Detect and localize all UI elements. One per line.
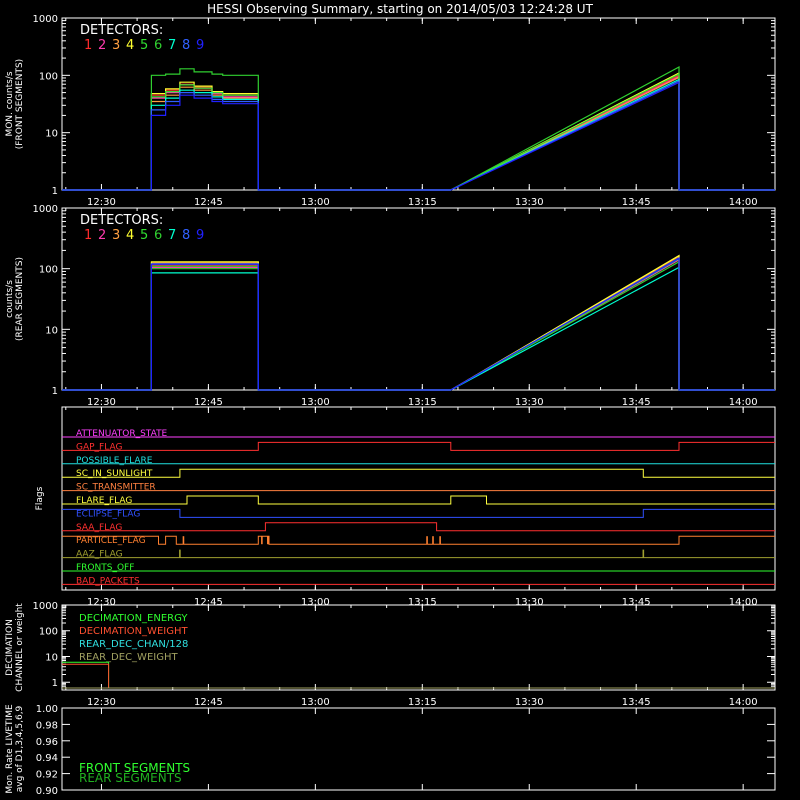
live-y-tick-label-5: 1.00 xyxy=(36,704,58,715)
live-ylabel-1: avg of D1,3,4,5,6,9 xyxy=(15,705,25,792)
rear-x-tick-label-3: 13:15 xyxy=(408,397,437,408)
dec-x-tick-label-1: 12:45 xyxy=(194,697,223,708)
front-x-tick-label-4: 13:30 xyxy=(515,197,544,208)
rear-ylabel-0: counts/s xyxy=(5,280,15,318)
observing-summary-figure: HESSI Observing Summary, starting on 201… xyxy=(0,0,800,800)
front-y-tick-label-0: 1 xyxy=(52,186,58,197)
dec-x-tick-label-3: 13:15 xyxy=(408,697,437,708)
rear-legend-entry-3: 3 xyxy=(112,228,120,243)
live-y-tick-label-2: 0.94 xyxy=(36,753,58,764)
dec-x-tick-label-2: 13:00 xyxy=(301,697,330,708)
front-legend-entry-9: 9 xyxy=(196,38,204,53)
live-ylabel-0: Mon. Rate LIVETIME xyxy=(5,704,15,794)
rear-x-tick-label-1: 12:45 xyxy=(194,397,223,408)
rear-legend-entry-4: 4 xyxy=(126,228,134,243)
rear-x-tick-label-2: 13:00 xyxy=(301,397,330,408)
front-y-tick-label-2: 100 xyxy=(39,71,58,82)
dec-ylabel-1: CHANNEL or weight xyxy=(15,603,25,692)
rear-legend-entry-8: 8 xyxy=(182,228,190,243)
front-x-tick-label-3: 13:15 xyxy=(408,197,437,208)
flag-label-particle_flag: PARTICLE_FLAG xyxy=(76,536,146,546)
dec-y-tick-label-1: 10 xyxy=(45,652,58,663)
front-legend-entry-2: 2 xyxy=(98,38,106,53)
front-x-tick-label-5: 13:45 xyxy=(622,197,651,208)
flags-ylabel: Flags xyxy=(35,486,45,510)
live-y-tick-label-1: 0.92 xyxy=(36,770,58,781)
live-legend-1: REAR SEGMENTS xyxy=(79,771,182,785)
front-ylabel-1: (FRONT SEGMENTS) xyxy=(15,59,25,149)
rear-legend-entry-6: 6 xyxy=(154,228,162,243)
dec-x-tick-label-0: 12:30 xyxy=(87,697,116,708)
live-y-tick-label-3: 0.96 xyxy=(36,737,58,748)
dec-x-tick-label-4: 13:30 xyxy=(515,697,544,708)
figure-title: HESSI Observing Summary, starting on 201… xyxy=(207,2,593,16)
rear-legend-entry-2: 2 xyxy=(98,228,106,243)
front-legend-entry-3: 3 xyxy=(112,38,120,53)
rear-y-tick-label-3: 1000 xyxy=(33,204,58,215)
front-legend-entry-5: 5 xyxy=(140,38,148,53)
live-y-tick-label-0: 0.90 xyxy=(36,786,58,797)
front-legend-title: DETECTORS: xyxy=(80,23,163,38)
dec-legend-1: DECIMATION_WEIGHT xyxy=(79,626,188,637)
rear-y-tick-label-2: 100 xyxy=(39,265,58,276)
rear-ylabel-1: (REAR SEGMENTS) xyxy=(15,257,25,341)
rear-legend-entry-7: 7 xyxy=(168,228,176,243)
rear-x-tick-label-0: 12:30 xyxy=(87,397,116,408)
dec-ylabel-0: DECIMATION xyxy=(5,619,15,676)
front-x-tick-label-2: 13:00 xyxy=(301,197,330,208)
rear-y-tick-label-0: 1 xyxy=(52,386,58,397)
dec-x-tick-label-5: 13:45 xyxy=(622,697,651,708)
front-y-tick-label-1: 10 xyxy=(45,129,58,140)
rear-x-tick-label-6: 14:00 xyxy=(729,397,758,408)
rear-legend-entry-9: 9 xyxy=(196,228,204,243)
dec-y-tick-label-2: 100 xyxy=(39,627,58,638)
front-legend-entry-1: 1 xyxy=(84,38,92,53)
dec-y-tick-label-0: 1 xyxy=(52,678,58,689)
rear-legend-entry-5: 5 xyxy=(140,228,148,243)
front-x-tick-label-6: 14:00 xyxy=(729,197,758,208)
rear-x-tick-label-4: 13:30 xyxy=(515,397,544,408)
front-legend-entry-4: 4 xyxy=(126,38,134,53)
dec-legend-3: REAR_DEC_WEIGHT xyxy=(79,652,178,663)
front-ylabel-0: MON. counts/s xyxy=(5,71,15,136)
front-y-tick-label-3: 1000 xyxy=(33,14,58,25)
rear-legend-entry-1: 1 xyxy=(84,228,92,243)
dec-legend-2: REAR_DEC_CHAN/128 xyxy=(79,639,188,650)
front-legend-entry-8: 8 xyxy=(182,38,190,53)
dec-x-tick-label-6: 14:00 xyxy=(729,697,758,708)
front-x-tick-label-1: 12:45 xyxy=(194,197,223,208)
rear-legend-title: DETECTORS: xyxy=(80,213,163,228)
dec-legend-0: DECIMATION_ENERGY xyxy=(79,613,188,624)
front-legend-entry-6: 6 xyxy=(154,38,162,53)
figure-background xyxy=(0,0,800,800)
flag-label-eclipse_flag: ECLIPSE_FLAG xyxy=(76,509,140,519)
rear-y-tick-label-1: 10 xyxy=(45,325,58,336)
live-y-tick-label-4: 0.98 xyxy=(36,720,58,731)
front-x-tick-label-0: 12:30 xyxy=(87,197,116,208)
rear-x-tick-label-5: 13:45 xyxy=(622,397,651,408)
dec-y-tick-label-3: 1000 xyxy=(33,601,58,612)
front-legend-entry-7: 7 xyxy=(168,38,176,53)
